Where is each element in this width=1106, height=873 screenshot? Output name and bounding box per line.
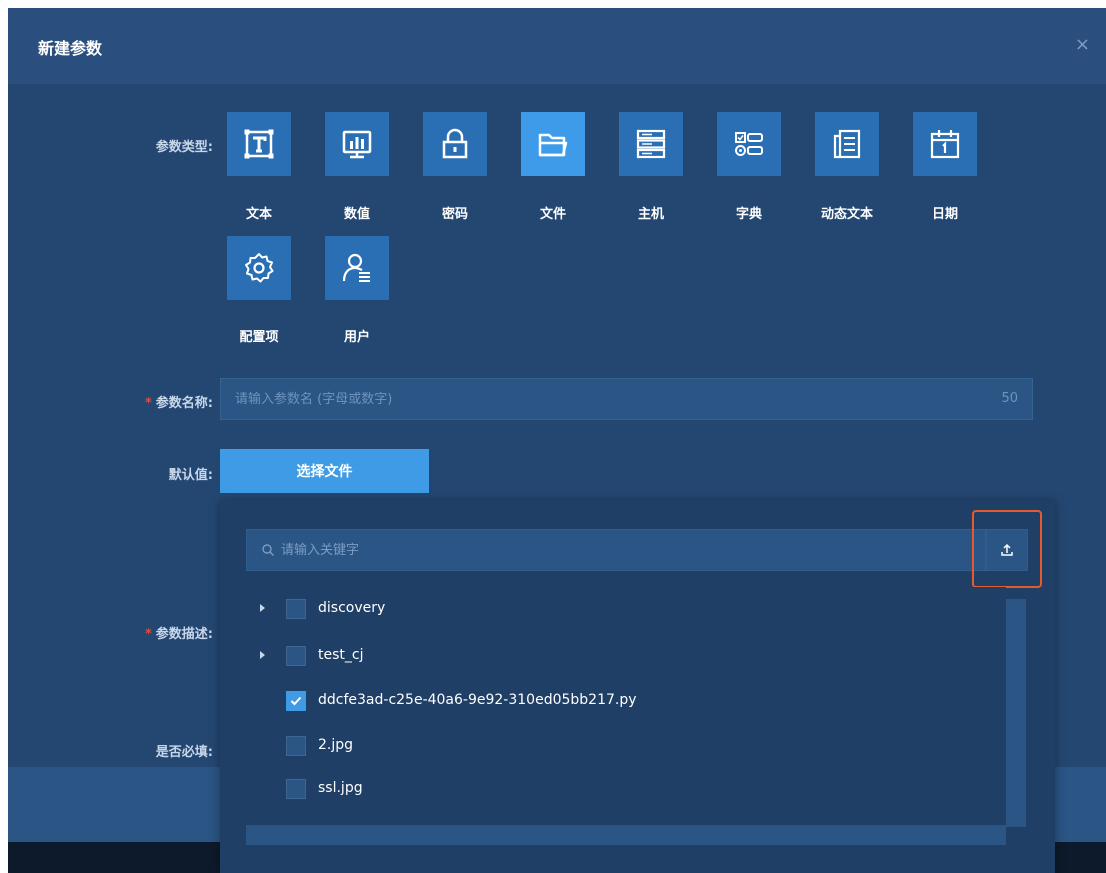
type-label-text: 文本 — [245, 207, 272, 222]
tree-item-label: ssl.jpg — [318, 780, 363, 796]
type-tile-number[interactable] — [325, 112, 389, 176]
upload-button[interactable] — [986, 529, 1028, 571]
horizontal-scrollbar[interactable] — [246, 825, 1006, 845]
chart-icon — [342, 130, 372, 159]
default-value-label: 默认值: — [168, 468, 213, 483]
type-label-file: 文件 — [539, 207, 566, 222]
param-name-field[interactable]: 50 — [220, 378, 1033, 420]
tree-item-label: 2.jpg — [318, 737, 354, 753]
document-icon — [833, 129, 861, 159]
dialog-header: 新建参数 × — [8, 8, 1106, 84]
user-icon — [342, 253, 370, 282]
gear-icon — [245, 253, 274, 283]
tree-item-label: test_cj — [318, 647, 364, 663]
param-name-label: * 参数名称: — [8, 392, 213, 411]
param-desc-label-text: 参数描述: — [155, 627, 213, 642]
tree-item-label: discovery — [318, 600, 386, 616]
expand-caret-icon[interactable] — [260, 604, 265, 612]
tree-row-folder[interactable]: discovery — [246, 589, 986, 629]
param-name-label-text: 参数名称: — [155, 396, 213, 411]
required-label: 是否必填: — [155, 745, 213, 760]
tree-row-file[interactable]: ddcfe3ad-c25e-40a6-9e92-310ed05bb217.py — [246, 681, 986, 721]
dictionary-icon — [735, 132, 763, 156]
type-label-user: 用户 — [343, 330, 370, 345]
close-icon[interactable]: × — [1075, 34, 1090, 55]
folder-icon — [538, 133, 568, 157]
type-tile-dynamic-text[interactable] — [815, 112, 879, 176]
checkbox[interactable] — [286, 779, 306, 799]
dialog-title: 新建参数 — [38, 39, 103, 58]
char-count: 50 — [1001, 391, 1018, 406]
type-tile-file[interactable] — [521, 112, 585, 176]
param-type-label: 参数类型: — [155, 140, 213, 155]
required-mark: * — [144, 396, 152, 411]
lock-icon — [442, 128, 468, 159]
text-icon — [244, 129, 274, 159]
checkbox[interactable] — [286, 599, 306, 619]
type-label-password: 密码 — [441, 207, 468, 222]
required-mark: * — [144, 627, 152, 642]
upload-icon — [1001, 543, 1013, 556]
search-icon — [262, 544, 274, 556]
param-name-input[interactable] — [221, 379, 1032, 419]
type-tile-text[interactable] — [227, 112, 291, 176]
file-search-input[interactable] — [281, 530, 961, 570]
tree-item-label: ddcfe3ad-c25e-40a6-9e92-310ed05bb217.py — [318, 692, 637, 708]
file-search-field[interactable] — [246, 529, 986, 571]
type-label-config: 配置项 — [239, 330, 279, 345]
file-picker-dropdown: discovery test_cj ddcfe3ad-c25e-40a6-9e9… — [220, 499, 1055, 873]
checkbox[interactable] — [286, 736, 306, 756]
type-tile-user[interactable] — [325, 236, 389, 300]
checkbox-checked[interactable] — [286, 691, 306, 711]
new-parameter-dialog: 新建参数 × 参数类型: 文本 数值 密码 文件 主机 字典 动态文本 日期 配… — [8, 8, 1106, 873]
param-desc-label: * 参数描述: — [8, 623, 213, 642]
server-icon — [636, 129, 666, 159]
type-label-number: 数值 — [343, 207, 370, 222]
type-label-dynamic-text: 动态文本 — [820, 207, 873, 222]
type-label-host: 主机 — [637, 207, 664, 222]
checkbox[interactable] — [286, 646, 306, 666]
tree-row-file[interactable]: 2.jpg — [246, 726, 986, 766]
choose-file-button[interactable]: 选择文件 — [220, 449, 429, 493]
type-tile-config[interactable] — [227, 236, 291, 300]
tree-row-file[interactable]: ssl.jpg — [246, 769, 986, 809]
calendar-icon — [930, 130, 960, 159]
type-tile-password[interactable] — [423, 112, 487, 176]
expand-caret-icon[interactable] — [260, 651, 265, 659]
type-tile-dictionary[interactable] — [717, 112, 781, 176]
type-label-dictionary: 字典 — [735, 207, 762, 222]
type-tile-host[interactable] — [619, 112, 683, 176]
file-tree: discovery test_cj ddcfe3ad-c25e-40a6-9e9… — [246, 587, 1006, 825]
type-label-date: 日期 — [931, 207, 958, 222]
vertical-scrollbar[interactable] — [1006, 599, 1026, 827]
tree-row-folder[interactable]: test_cj — [246, 636, 986, 676]
type-tile-date[interactable] — [913, 112, 977, 176]
check-icon — [290, 696, 302, 706]
